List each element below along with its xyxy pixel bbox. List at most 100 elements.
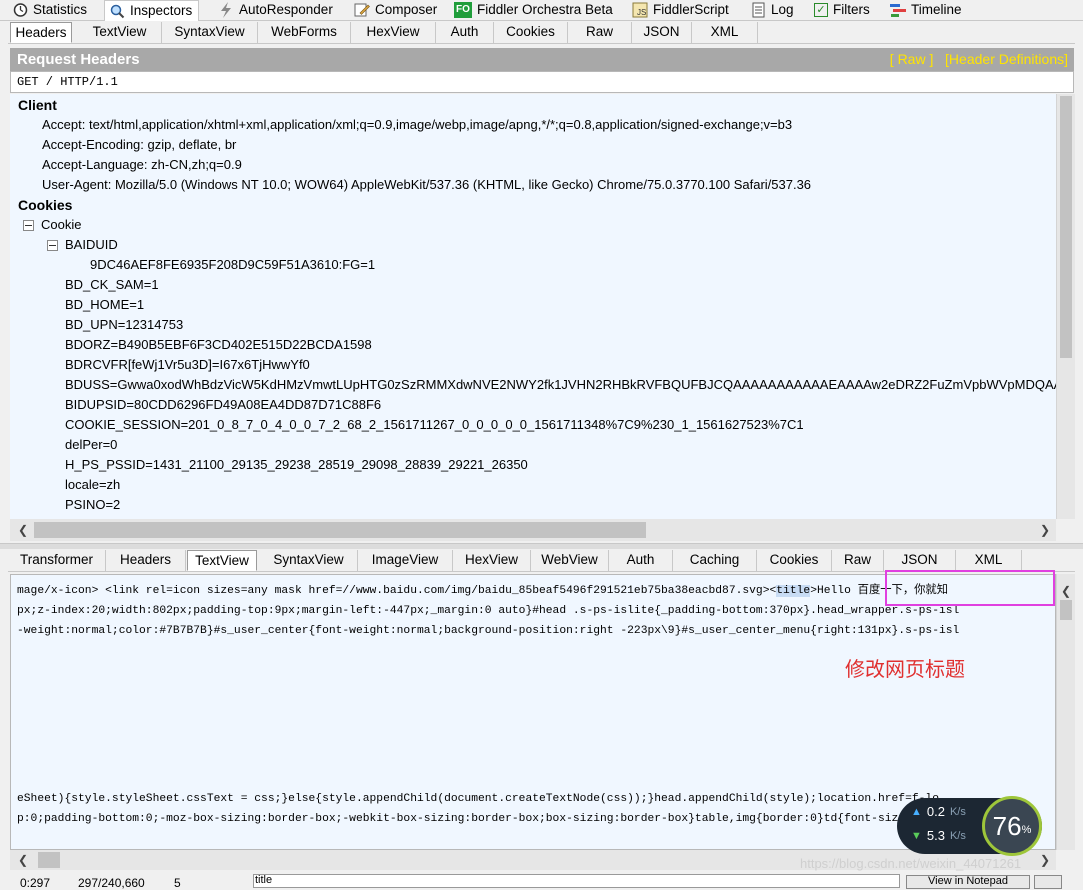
inspect-icon [109, 3, 125, 19]
column-info: 5 [174, 876, 181, 890]
req-tab-syntaxview[interactable]: SyntaxView [162, 22, 258, 43]
resp-tab-headers[interactable]: Headers [106, 550, 186, 571]
scroll-up-icon[interactable]: ❮ [1061, 584, 1071, 598]
tab-timeline[interactable]: Timeline [886, 0, 968, 19]
log-icon [750, 2, 766, 18]
req-tab-xml[interactable]: XML [692, 22, 758, 43]
tab-composer[interactable]: Composer [350, 0, 443, 19]
search-highlight: title [776, 585, 811, 597]
resp-tab-webview[interactable]: WebView [531, 550, 609, 571]
request-headers-title: Request Headers [17, 51, 140, 68]
tab-inspectors[interactable]: Inspectors [104, 0, 200, 21]
req-tab-headers[interactable]: Headers [10, 22, 72, 43]
tab-fiddler-orchestra[interactable]: FO Fiddler Orchestra Beta [450, 0, 619, 19]
baiduid-value[interactable]: 9DC46AEF8FE6935F208D9C59F51A3610:FG=1 [90, 255, 375, 275]
resp-tab-imageview[interactable]: ImageView [358, 550, 453, 571]
cookie-item[interactable]: BDUSS=Gwwa0xodWhBdzVicW5KdHMzVmwtLUpHTG0… [65, 375, 1056, 395]
tab-label: Fiddler Orchestra Beta [477, 1, 613, 17]
response-vscrollbar[interactable]: ❮ [1056, 574, 1075, 850]
cookie-item[interactable]: BDORZ=B490B5EBF6F3CD402E515D22BCDA1598 [65, 335, 372, 355]
group-cookies: Cookies [18, 197, 73, 213]
resp-tab-textview[interactable]: TextView [187, 550, 257, 571]
tab-label: Log [771, 1, 794, 17]
upload-unit: K/s [949, 805, 966, 818]
scroll-thumb[interactable] [38, 852, 60, 868]
tab-statistics[interactable]: Statistics [8, 0, 93, 19]
svg-text:JS: JS [637, 8, 646, 17]
header-item[interactable]: User-Agent: Mozilla/5.0 (Windows NT 10.0… [42, 175, 811, 195]
req-tab-webforms[interactable]: WebForms [258, 22, 351, 43]
request-vscrollbar[interactable] [1056, 94, 1075, 519]
fo-icon: FO [454, 1, 472, 18]
resp-tab-xml[interactable]: XML [956, 550, 1022, 571]
baiduid-node-label: BAIDUID [65, 237, 118, 252]
req-tab-textview[interactable]: TextView [78, 22, 162, 43]
network-speed-widget[interactable]: ▲ 0.2 K/s ▼ 5.3 K/s 76% [897, 796, 1042, 856]
header-item[interactable]: Accept-Language: zh-CN,zh;q=0.9 [42, 155, 242, 175]
cookie-item[interactable]: PSINO=2 [65, 495, 120, 515]
cookie-item[interactable]: locale=zh [65, 475, 120, 495]
download-unit: K/s [949, 829, 966, 842]
resp-tab-syntaxview[interactable]: SyntaxView [260, 550, 358, 571]
code-line: mage/x-icon> <link rel=icon sizes=any ma… [17, 585, 949, 597]
req-tab-raw[interactable]: Raw [568, 22, 632, 43]
scroll-right-icon[interactable]: ❯ [1040, 853, 1050, 867]
gauge-percent: 76 [992, 810, 1022, 841]
collapse-icon[interactable] [23, 220, 34, 232]
scroll-left-icon[interactable]: ❮ [18, 853, 28, 867]
cookie-item[interactable]: BD_CK_SAM=1 [65, 275, 159, 295]
tab-autoresponder[interactable]: AutoResponder [214, 0, 339, 19]
request-tab-bar: Headers TextView SyntaxView WebForms Hex… [8, 21, 1075, 44]
cookie-node[interactable]: Cookie [23, 215, 81, 235]
request-line: GET / HTTP/1.1 [10, 71, 1074, 93]
scroll-thumb[interactable] [1060, 600, 1072, 620]
header-definitions-link[interactable]: [Header Definitions] [945, 51, 1068, 67]
download-speed: 5.3 [926, 828, 945, 843]
baiduid-node[interactable]: BAIDUID [47, 235, 118, 255]
req-tab-auth[interactable]: Auth [436, 22, 494, 43]
lightning-icon [218, 1, 234, 18]
cookie-item[interactable]: delPer=0 [65, 435, 117, 455]
cookie-item[interactable]: BD_UPN=12314753 [65, 315, 183, 335]
view-in-notepad-button[interactable]: View in Notepad [906, 875, 1030, 889]
req-tab-cookies[interactable]: Cookies [494, 22, 568, 43]
cookie-item[interactable]: H_PS_PSSID=1431_21100_29135_29238_28519_… [65, 455, 528, 475]
cookie-item[interactable]: COOKIE_SESSION=201_0_8_7_0_4_0_0_7_2_68_… [65, 415, 804, 435]
scroll-right-icon[interactable]: ❯ [1040, 523, 1050, 537]
header-item[interactable]: Accept: text/html,application/xhtml+xml,… [42, 115, 792, 135]
resp-tab-caching[interactable]: Caching [673, 550, 757, 571]
code-line: px;z-index:20;width:802px;padding-top:9p… [17, 605, 960, 617]
tab-label: Inspectors [130, 3, 193, 18]
cookie-item[interactable]: BD_HOME=1 [65, 295, 144, 315]
tool-tab-bar: Statistics Inspectors AutoResponder Comp… [0, 0, 1083, 21]
resp-tab-raw[interactable]: Raw [832, 550, 884, 571]
upload-speed: 0.2 [926, 804, 945, 819]
watermark: https://blog.csdn.net/weixin_44071261 [800, 856, 1022, 871]
resp-tab-cookies[interactable]: Cookies [757, 550, 832, 571]
req-tab-json[interactable]: JSON [632, 22, 692, 43]
response-body-text[interactable]: mage/x-icon> <link rel=icon sizes=any ma… [10, 574, 1056, 850]
header-item[interactable]: Accept-Encoding: gzip, deflate, br [42, 135, 236, 155]
download-arrow-icon: ▼ [911, 829, 922, 842]
cursor-position: 0:297 [20, 876, 51, 890]
req-tab-hexview[interactable]: HexView [351, 22, 436, 43]
tab-log[interactable]: Log [746, 0, 800, 19]
scroll-thumb[interactable] [1060, 96, 1072, 358]
code-line: p:0;padding-bottom:0;-moz-box-sizing:bor… [17, 813, 919, 825]
gauge-percent-sign: % [1021, 824, 1032, 836]
status-extra-button[interactable] [1034, 875, 1062, 889]
resp-tab-auth[interactable]: Auth [609, 550, 673, 571]
resp-tab-json[interactable]: JSON [884, 550, 956, 571]
tab-filters[interactable]: ✓ Filters [810, 0, 876, 19]
resp-tab-transformer[interactable]: Transformer [8, 550, 106, 571]
scroll-thumb[interactable] [34, 522, 646, 538]
cookie-item[interactable]: BDRCVFR[feWj1Vr5u3D]=I67x6TjHwwYf0 [65, 355, 310, 375]
request-hscrollbar[interactable]: ❮ ❯ [10, 519, 1056, 541]
tab-fiddlerscript[interactable]: JS FiddlerScript [628, 0, 735, 19]
cookie-item[interactable]: BIDUPSID=80CDD6296FD49A08EA4DD87D71C88F6 [65, 395, 381, 415]
tab-label: Composer [375, 1, 438, 17]
raw-link[interactable]: [ Raw ] [890, 51, 934, 67]
resp-tab-hexview[interactable]: HexView [453, 550, 531, 571]
collapse-icon[interactable] [47, 240, 58, 252]
scroll-left-icon[interactable]: ❮ [18, 523, 28, 537]
